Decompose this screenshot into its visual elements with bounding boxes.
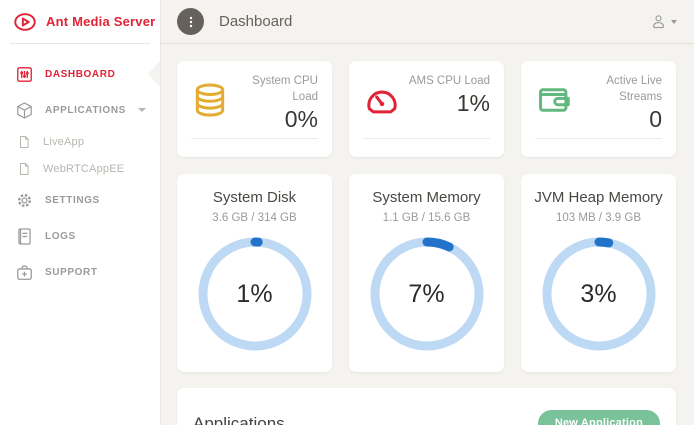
sidebar-item-label: WebRTCAppEE xyxy=(43,163,124,175)
main-area: Dashboard xyxy=(160,0,694,425)
gauge-card-system-memory: System Memory 1.1 GB / 15.6 GB 7% xyxy=(349,174,504,372)
applications-section: Applications New Application xyxy=(177,388,676,425)
gauge-card-jvm-heap: JVM Heap Memory 103 MB / 3.9 GB 3% xyxy=(521,174,676,372)
sidebar-item-applications[interactable]: APPLICATIONS xyxy=(0,92,160,128)
chevron-down-icon xyxy=(671,20,677,24)
gauge-percent: 3% xyxy=(541,236,657,352)
stat-label: Active Live Streams xyxy=(577,73,662,105)
applications-title: Applications xyxy=(193,412,285,425)
ant-media-logo-icon xyxy=(12,9,38,35)
stat-label: AMS CPU Load xyxy=(405,73,490,89)
stat-footer xyxy=(363,139,490,149)
stat-card-system-cpu: System CPU Load 0% xyxy=(177,61,332,157)
sidebar-nav: DASHBOARD APPLICATIONS xyxy=(0,44,160,290)
gauge-card-system-disk: System Disk 3.6 GB / 314 GB 1% xyxy=(177,174,332,372)
stat-footer xyxy=(535,139,662,149)
page-title: Dashboard xyxy=(219,13,292,30)
sidebar-item-label: SUPPORT xyxy=(45,267,98,278)
sidebar-item-webrtcappee[interactable]: WebRTCAppEE xyxy=(0,155,160,182)
sidebar-item-support[interactable]: SUPPORT xyxy=(0,254,160,290)
stat-value: 0% xyxy=(233,106,318,133)
gauge-subtitle: 103 MB / 3.9 GB xyxy=(521,212,676,224)
sidebar-item-label: DASHBOARD xyxy=(45,69,115,80)
gauge-subtitle: 3.6 GB / 314 GB xyxy=(177,212,332,224)
stat-card-active-streams: Active Live Streams 0 xyxy=(521,61,676,157)
gauge-subtitle: 1.1 GB / 15.6 GB xyxy=(349,212,504,224)
stat-label: System CPU Load xyxy=(233,73,318,105)
support-icon xyxy=(15,263,34,282)
stat-value: 1% xyxy=(405,90,490,117)
sidebar-item-logs[interactable]: LOGS xyxy=(0,218,160,254)
gauge-icon xyxy=(363,81,405,124)
user-icon xyxy=(650,13,667,30)
stat-card-ams-cpu: AMS CPU Load 1% xyxy=(349,61,504,157)
cube-icon xyxy=(15,101,34,120)
gauge-title: System Disk xyxy=(177,189,332,206)
topbar: Dashboard xyxy=(160,0,694,44)
menu-toggle-button[interactable] xyxy=(177,8,204,35)
sidebar-item-liveapp[interactable]: LiveApp xyxy=(0,128,160,155)
sidebar-item-label: APPLICATIONS xyxy=(45,105,126,116)
brand[interactable]: Ant Media Server xyxy=(0,0,160,43)
gauge-percent: 1% xyxy=(197,236,313,352)
wallet-icon xyxy=(535,81,577,124)
chevron-down-icon xyxy=(138,108,146,112)
sidebar-item-label: LOGS xyxy=(45,231,76,242)
database-icon xyxy=(191,81,233,124)
content: System CPU Load 0% xyxy=(160,44,694,425)
new-application-button[interactable]: New Application xyxy=(538,410,660,425)
file-icon xyxy=(17,162,31,176)
app-window: Ant Media Server DASHBOARD xyxy=(0,0,694,425)
sidebar-item-label: LiveApp xyxy=(43,136,84,148)
donut-gauge: 7% xyxy=(369,236,485,352)
gauge-title: System Memory xyxy=(349,189,504,206)
gear-icon xyxy=(15,191,34,210)
file-icon xyxy=(17,135,31,149)
donut-gauge: 3% xyxy=(541,236,657,352)
sidebar-item-dashboard[interactable]: DASHBOARD xyxy=(0,56,160,92)
sidebar-item-settings[interactable]: SETTINGS xyxy=(0,182,160,218)
logs-icon xyxy=(15,227,34,246)
sidebar: Ant Media Server DASHBOARD xyxy=(0,0,160,425)
user-menu[interactable] xyxy=(650,13,677,30)
stats-row: System CPU Load 0% xyxy=(177,61,676,157)
stat-footer xyxy=(191,139,318,149)
gauges-row: System Disk 3.6 GB / 314 GB 1% System Me… xyxy=(177,174,676,372)
gauge-percent: 7% xyxy=(369,236,485,352)
vertical-dots-icon xyxy=(184,15,198,29)
stat-value: 0 xyxy=(577,106,662,133)
gauge-title: JVM Heap Memory xyxy=(521,189,676,206)
brand-name: Ant Media Server xyxy=(46,14,155,29)
dashboard-icon xyxy=(15,65,34,84)
donut-gauge: 1% xyxy=(197,236,313,352)
sidebar-item-label: SETTINGS xyxy=(45,195,100,206)
